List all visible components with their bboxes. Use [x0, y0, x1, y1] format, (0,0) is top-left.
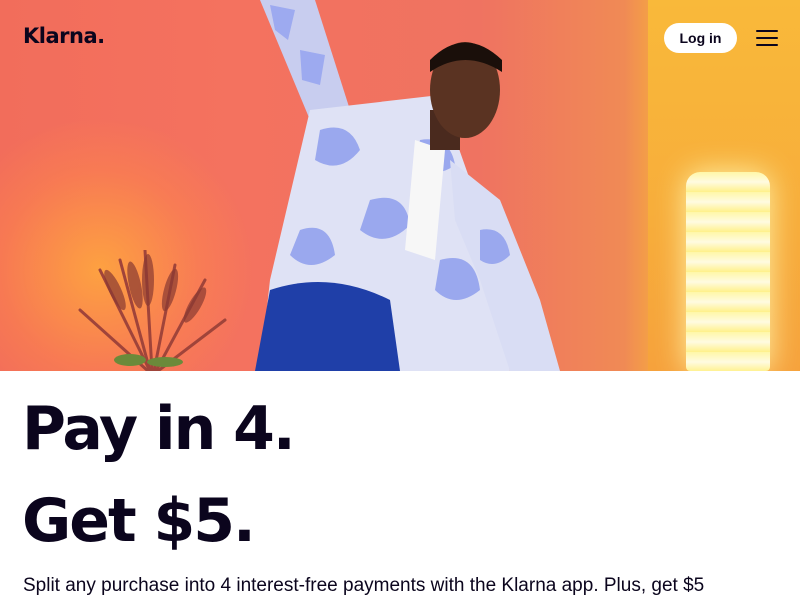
promo-section: Pay in 4. Get $5. Split any purchase int…: [0, 371, 800, 600]
top-navigation: Klarna. Log in: [0, 0, 800, 76]
klarna-logo[interactable]: Klarna.: [23, 24, 105, 48]
menu-line: [756, 30, 778, 32]
headline-line-1: Pay in 4.: [22, 394, 296, 464]
plant-decoration: [78, 250, 227, 371]
menu-line: [756, 37, 778, 39]
promo-description: Split any purchase into 4 interest-free …: [23, 575, 705, 596]
hamburger-menu-icon[interactable]: [754, 27, 780, 49]
menu-line: [756, 44, 778, 46]
login-button[interactable]: Log in: [664, 23, 737, 53]
lamp-decoration: [686, 172, 770, 371]
headline-line-2: Get $5.: [22, 486, 256, 556]
